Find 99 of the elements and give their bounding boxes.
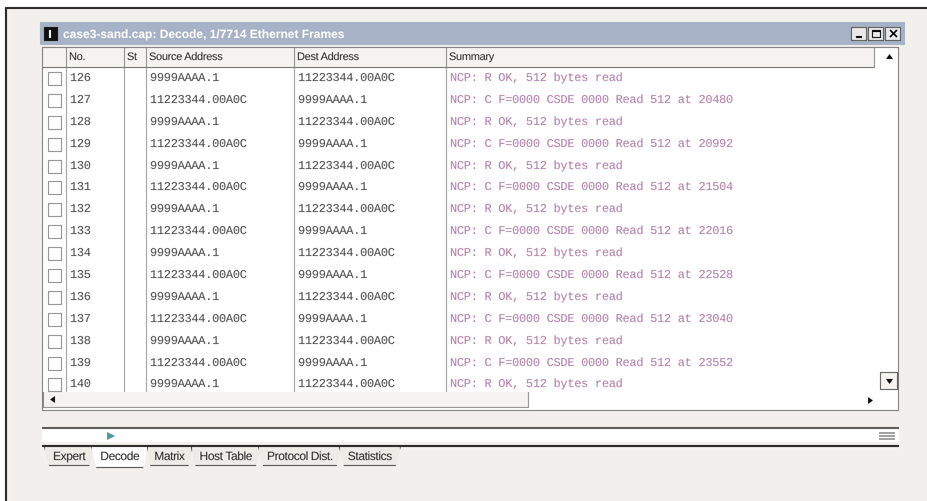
down-arrow-icon	[884, 378, 894, 384]
table-cell: 11223344.00A0C	[295, 243, 447, 266]
scroll-down-button[interactable]	[880, 372, 898, 390]
table-cell-text: NCP: C F=0000 CSDE 0000 Read 512 at 20480	[449, 92, 734, 109]
row-checkbox[interactable]	[48, 312, 62, 327]
table-cell: 9999AAAA.1	[295, 308, 447, 331]
table-cell: 11223344.00A0C	[147, 90, 295, 112]
table-cell-text: NCP: C F=0000 CSDE 0000 Read 512 at 23040	[449, 310, 734, 328]
maximize-icon	[872, 30, 880, 38]
app-icon	[44, 26, 58, 40]
minimize-icon	[856, 36, 862, 38]
table-cell-text: NCP: R OK, 512 bytes read	[449, 158, 624, 175]
table-cell: 127	[67, 90, 125, 112]
table-cell-text: NCP: C F=0000 CSDE 0000 Read 512 at 20992	[449, 136, 734, 153]
row-checkbox[interactable]	[48, 334, 62, 349]
table-cell: 11223344.00A0C	[295, 68, 447, 90]
table-cell: 129	[67, 134, 125, 156]
table-cell: 11223344.00A0C	[147, 221, 295, 244]
table-cell: 132	[67, 199, 125, 222]
window-title: case3-sand.cap: Decode, 1/7714 Ethernet Frames	[63, 26, 346, 40]
table-cell: 11223344.00A0C	[147, 134, 295, 156]
table-cell: 139	[67, 352, 125, 374]
table-cell: 11223344.00A0C	[295, 199, 447, 222]
table-cell: 130	[67, 156, 125, 178]
table-cell: 9999AAAA.1	[147, 68, 295, 90]
table-cell: 128	[67, 112, 125, 134]
minimize-button[interactable]	[851, 26, 867, 40]
table-cell: 11223344.00A0C	[147, 177, 295, 200]
column-header[interactable]: No.	[67, 48, 125, 68]
row-checkbox[interactable]	[48, 247, 62, 262]
table-cell: 11223344.00A0C	[147, 308, 295, 331]
column-header[interactable]: St	[125, 48, 147, 68]
right-arrow-icon	[866, 396, 874, 404]
table-cell: 9999AAAA.1	[147, 330, 295, 353]
table-cell: 11223344.00A0C	[295, 330, 447, 353]
tab[interactable]: Matrix	[145, 447, 194, 466]
header-cell	[43, 48, 67, 68]
table-cell-text: NCP: R OK, 512 bytes read	[449, 245, 624, 262]
table-cell-text: NCP: C F=0000 CSDE 0000 Read 512 at 22016	[449, 223, 734, 240]
table-cell: 9999AAAA.1	[147, 112, 295, 134]
tab[interactable]: Decode	[91, 447, 148, 468]
row-checkbox[interactable]	[48, 203, 62, 218]
table-cell: 134	[67, 243, 125, 266]
up-arrow-icon	[884, 52, 894, 60]
table-cell: 9999AAAA.1	[147, 286, 295, 309]
row-checkbox[interactable]	[48, 160, 62, 174]
table-cell: 9999AAAA.1	[295, 352, 447, 374]
table-cell-text: NCP: C F=0000 CSDE 0000 Read 512 at 21504	[449, 179, 734, 196]
table-cell: 11223344.00A0C	[295, 112, 447, 134]
table-cell: 11223344.00A0C	[295, 286, 447, 309]
table-cell-text: NCP: R OK, 512 bytes read	[449, 332, 624, 350]
table-cell: 9999AAAA.1	[295, 90, 447, 112]
tab[interactable]: Host Table	[190, 447, 262, 466]
table-cell: 11223344.00A0C	[295, 156, 447, 178]
table-cell: 9999AAAA.1	[295, 177, 447, 200]
table-cell: 136	[67, 286, 125, 309]
row-checkbox[interactable]	[48, 378, 62, 392]
close-icon	[888, 29, 898, 38]
left-arrow-icon	[48, 395, 56, 404]
table-cell-text: NCP: R OK, 512 bytes read	[449, 376, 624, 394]
table-cell: 9999AAAA.1	[295, 134, 447, 156]
table-cell: 9999AAAA.1	[295, 265, 447, 287]
table-cell-text: NCP: R OK, 512 bytes read	[449, 201, 624, 218]
column-header[interactable]: Summary	[447, 48, 875, 68]
row-checkbox[interactable]	[48, 138, 62, 152]
table-cell-text: NCP: C F=0000 CSDE 0000 Read 512 at 23552	[449, 354, 734, 372]
table-cell: 9999AAAA.1	[147, 199, 295, 222]
maximize-button[interactable]	[868, 26, 884, 40]
table-cell: 126	[67, 68, 125, 90]
tab[interactable]: Expert	[44, 447, 94, 466]
row-checkbox[interactable]	[48, 72, 62, 86]
table-cell: 9999AAAA.1	[147, 243, 295, 266]
pointer-icon	[106, 430, 116, 440]
table-cell-text: NCP: R OK, 512 bytes read	[449, 70, 624, 87]
row-checkbox[interactable]	[48, 181, 62, 196]
row-checkbox[interactable]	[48, 94, 62, 108]
row-checkbox[interactable]	[48, 225, 62, 240]
table-cell-text: NCP: R OK, 512 bytes read	[449, 114, 624, 131]
table-cell: 138	[67, 330, 125, 353]
table-cell: 133	[67, 221, 125, 244]
table-cell: 137	[67, 308, 125, 331]
tab[interactable]: Statistics	[338, 447, 401, 466]
table-cell-text: NCP: C F=0000 CSDE 0000 Read 512 at 22528	[449, 267, 734, 284]
table-cell: 11223344.00A0C	[147, 265, 295, 287]
tab[interactable]: Protocol Dist.	[258, 447, 342, 466]
table-cell: 9999AAAA.1	[147, 156, 295, 178]
table-cell: 11223344.00A0C	[147, 352, 295, 374]
column-header[interactable]: Source Address	[147, 48, 295, 68]
table-cell: 135	[67, 265, 125, 287]
column-header[interactable]: Dest Address	[295, 48, 447, 68]
row-checkbox[interactable]	[48, 356, 62, 371]
close-button[interactable]	[885, 26, 901, 40]
row-checkbox[interactable]	[48, 290, 62, 305]
table-cell: 131	[67, 177, 125, 200]
row-checkbox[interactable]	[48, 268, 62, 283]
splitter-handle-icon[interactable]	[879, 432, 895, 440]
table-cell-text: NCP: R OK, 512 bytes read	[449, 288, 624, 306]
row-checkbox[interactable]	[48, 116, 62, 130]
table-cell: 9999AAAA.1	[295, 221, 447, 244]
